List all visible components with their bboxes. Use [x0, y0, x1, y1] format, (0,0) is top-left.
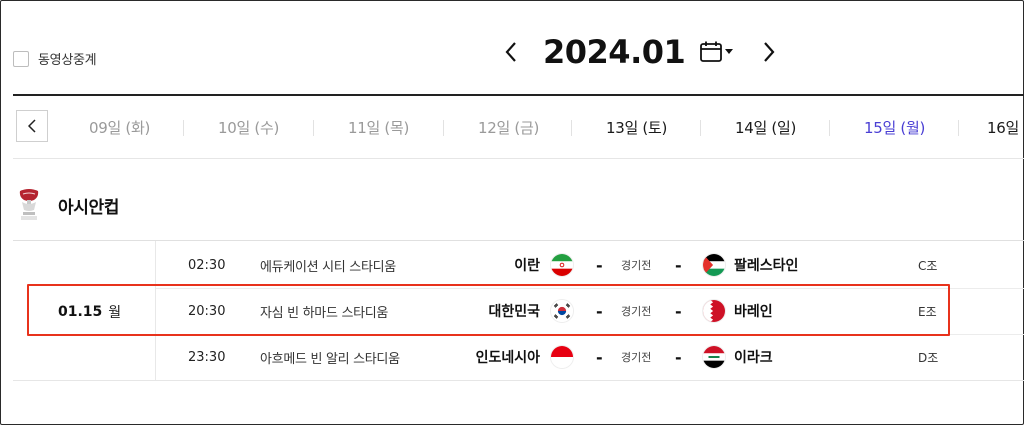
match-date-day: 01.15 [58, 304, 103, 320]
match-stadium: 아흐메드 빈 알리 스타디움 [260, 351, 400, 367]
korea-flag-icon [550, 299, 574, 323]
match-time: 23:30 [188, 349, 226, 365]
score-dash: - [596, 301, 603, 321]
league-header: 아시안컵 [17, 188, 119, 222]
away-team-name: 이라크 [734, 350, 773, 366]
vod-toggle[interactable]: 동영상중계 [13, 49, 97, 68]
match-row[interactable]: 20:30 자심 빈 하마드 스타디움 대한민국 - 경기전 - 바레인 E조 [156, 288, 1024, 334]
caret-down-icon [725, 49, 734, 54]
match-group: E조 [918, 304, 937, 319]
home-team-name: 대한민국 [488, 304, 540, 320]
match-group: D조 [918, 350, 939, 365]
calendar-icon [700, 41, 723, 62]
away-team[interactable]: 바레인 [702, 288, 773, 334]
vod-checkbox[interactable] [13, 50, 29, 67]
month-navigation: 2024.01 [495, 28, 785, 76]
match-row[interactable]: 02:30 에듀케이션 시티 스타디움 이란 - 경기전 - 팔레스타인 C조 [156, 242, 1024, 288]
match-status: 경기전 [621, 305, 652, 318]
match-group: C조 [918, 258, 938, 273]
home-team-name: 인도네시아 [475, 350, 540, 366]
match-row[interactable]: 23:30 아흐메드 빈 알리 스타디움 인도네시아 - 경기전 - 이라크 D… [156, 334, 1024, 380]
day-tab[interactable]: 14일 (일) [701, 108, 830, 146]
match-status: 경기전 [621, 259, 652, 272]
score-dash: - [675, 301, 682, 321]
table-bottom-divider [13, 380, 1024, 381]
away-team-name: 바레인 [734, 304, 773, 320]
bahrain-flag-icon [702, 299, 726, 323]
match-time: 20:30 [188, 303, 226, 319]
prev-days-button[interactable] [16, 110, 48, 142]
asian-cup-trophy-icon [19, 189, 39, 220]
iran-flag-icon [550, 253, 574, 277]
prev-month-button[interactable] [495, 36, 527, 68]
away-team[interactable]: 이라크 [702, 334, 773, 380]
indonesia-flag-icon [550, 345, 574, 369]
home-team[interactable]: 이란 [514, 242, 574, 288]
next-month-button[interactable] [753, 36, 785, 68]
vod-label: 동영상중계 [38, 53, 97, 68]
day-tab[interactable]: 12일 (금) [444, 108, 573, 146]
match-status: 경기전 [621, 351, 652, 364]
palestine-flag-icon [702, 253, 726, 277]
chevron-left-icon [28, 119, 36, 133]
match-stadium: 자심 빈 하마드 스타디움 [260, 305, 389, 321]
home-team[interactable]: 대한민국 [488, 288, 574, 334]
match-date: 01.15 월 [58, 292, 121, 332]
day-tab[interactable]: 11일 (목) [314, 108, 443, 146]
header-divider [13, 94, 1024, 96]
day-strip: 09일 (화) 10일 (수) 11일 (목) 12일 (금) 13일 (토) … [55, 108, 1024, 146]
score-dash: - [596, 255, 603, 275]
month-title: 2024.01 [543, 33, 686, 71]
home-team-name: 이란 [514, 258, 540, 274]
day-tab[interactable]: 09일 (화) [55, 108, 184, 146]
match-date-weekday: 월 [108, 305, 122, 321]
day-tab[interactable]: 13일 (토) [572, 108, 701, 146]
home-team[interactable]: 인도네시아 [476, 334, 574, 380]
match-stadium: 에듀케이션 시티 스타디움 [260, 259, 396, 275]
away-team[interactable]: 팔레스타인 [702, 242, 798, 288]
day-tab[interactable]: 16일 [959, 108, 1024, 146]
match-time: 02:30 [188, 257, 226, 273]
away-team-name: 팔레스타인 [734, 258, 799, 274]
league-divider [13, 240, 1024, 241]
score-dash: - [596, 347, 603, 367]
score-dash: - [675, 255, 682, 275]
calendar-button[interactable] [699, 40, 734, 64]
iraq-flag-icon [702, 345, 726, 369]
day-tab-selected[interactable]: 15일 (월) [830, 108, 959, 146]
chevron-right-icon [764, 42, 775, 62]
day-strip-divider [13, 158, 1024, 159]
chevron-left-icon [505, 42, 516, 62]
score-dash: - [675, 347, 682, 367]
day-tab[interactable]: 10일 (수) [184, 108, 313, 146]
league-title: 아시안컵 [58, 197, 119, 218]
